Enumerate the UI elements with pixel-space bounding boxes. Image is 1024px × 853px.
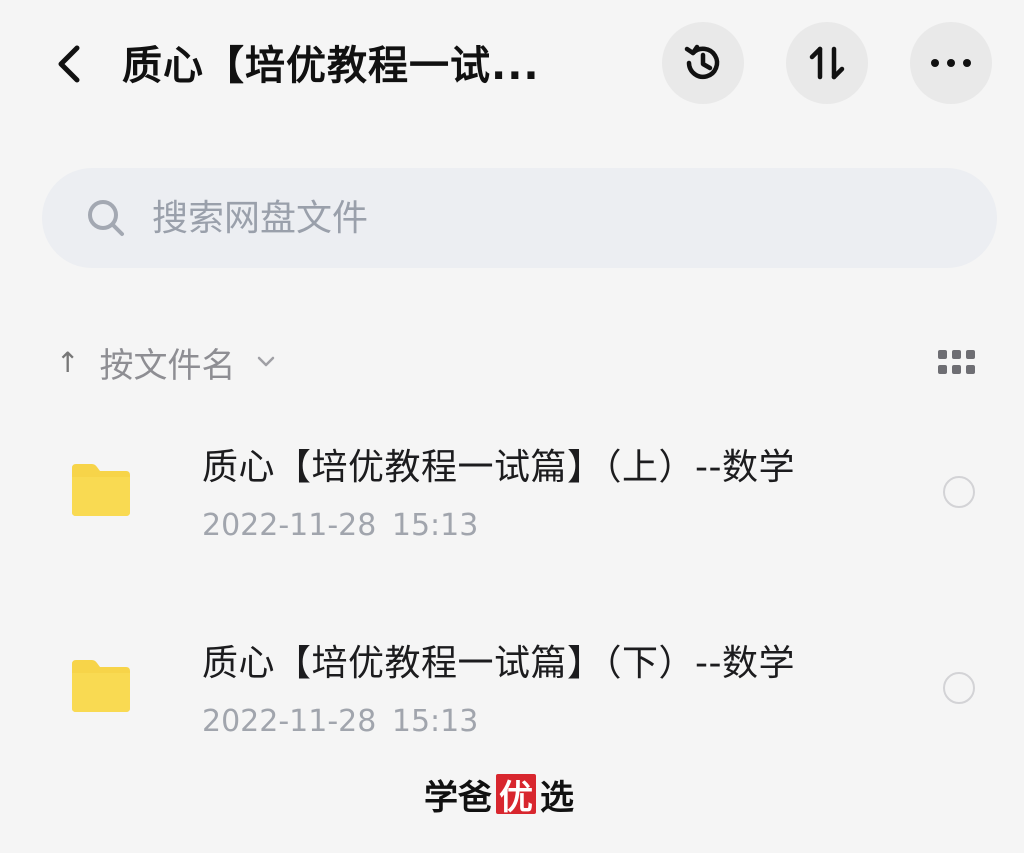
watermark: 学爸 优 选 <box>424 772 574 818</box>
sort-selector[interactable]: ↑ 按文件名 <box>56 336 275 388</box>
chevron-left-icon <box>58 45 80 83</box>
chevron-down-icon <box>257 356 275 368</box>
grid-view-icon[interactable] <box>938 348 978 376</box>
sort-arrows-icon <box>809 46 845 80</box>
file-name: 质心【培优教程一试篇】（上）--数学 <box>202 447 795 488</box>
folder-icon <box>72 660 130 712</box>
sort-direction-icon: ↑ <box>56 345 80 379</box>
list-item[interactable]: 质心【培优教程一试篇】（下）--数学 2022-11-28 15:13 <box>0 626 1024 786</box>
search-icon <box>84 196 128 240</box>
file-date: 2022-11-28 15:13 <box>202 508 479 543</box>
list-item[interactable]: 质心【培优教程一试篇】（上）--数学 2022-11-28 15:13 <box>0 430 1024 590</box>
file-date: 2022-11-28 15:13 <box>202 704 479 739</box>
search-bar[interactable] <box>42 168 997 268</box>
select-radio[interactable] <box>943 672 975 704</box>
watermark-text: 选 <box>540 777 574 818</box>
folder-icon <box>72 464 130 516</box>
more-button[interactable] <box>910 22 992 104</box>
history-button[interactable] <box>662 22 744 104</box>
more-dots-icon <box>931 59 971 67</box>
watermark-badge: 优 <box>496 774 536 818</box>
sort-button[interactable] <box>786 22 868 104</box>
select-radio[interactable] <box>943 476 975 508</box>
file-browser-page: 质心【培优教程一试... 搜索网盘文件 ↑ 按文件名 质心【培优教程一试篇】（上… <box>0 0 1024 853</box>
history-icon <box>684 44 720 80</box>
search-input[interactable] <box>152 197 852 239</box>
sort-label: 按文件名 <box>99 345 236 386</box>
back-button[interactable] <box>42 38 94 90</box>
watermark-text: 学爸 <box>424 777 492 818</box>
page-title: 质心【培优教程一试... <box>122 43 540 89</box>
file-name: 质心【培优教程一试篇】（下）--数学 <box>202 643 795 684</box>
